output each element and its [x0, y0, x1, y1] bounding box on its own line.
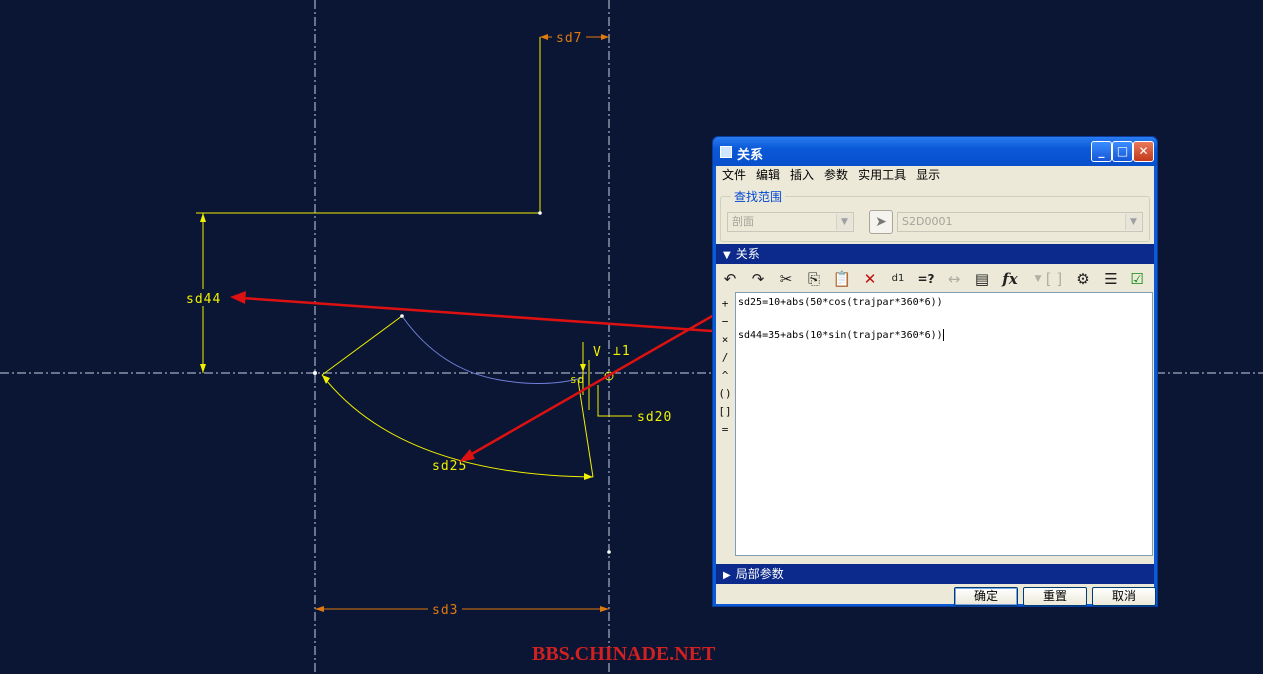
menu-insert[interactable]: 插入: [786, 166, 818, 185]
menu-utilities[interactable]: 实用工具: [854, 166, 910, 185]
operator-divide[interactable]: /: [716, 349, 734, 367]
dim-sd20[interactable]: sd20: [637, 410, 672, 425]
text-caret: [942, 329, 944, 341]
evaluate-icon[interactable]: d1: [887, 268, 909, 290]
dimension-icon[interactable]: ↔: [943, 268, 965, 290]
search-scope-legend: 查找范围: [731, 188, 786, 205]
sd20-leader: [597, 385, 632, 417]
sd44-arrow-bottom: [200, 364, 206, 373]
marker-v: V: [593, 345, 602, 360]
upper-l-segment[interactable]: [196, 37, 541, 214]
lower-point[interactable]: [607, 550, 611, 554]
chevron-down-icon: ▼: [1125, 214, 1141, 230]
operator-multiply[interactable]: ×: [716, 331, 734, 349]
units-icon[interactable]: ▤: [971, 268, 993, 290]
copy-icon[interactable]: ⎘: [803, 268, 825, 290]
menu-file[interactable]: 文件: [718, 166, 750, 185]
paste-icon[interactable]: 📋: [831, 268, 853, 290]
operator-parentheses[interactable]: (): [716, 385, 734, 403]
scope-type-select[interactable]: 剖面 ▼: [727, 212, 854, 232]
scope-object-value: S2D0001: [902, 215, 953, 228]
dialog-body: 文件 编辑 插入 参数 实用工具 显示 查找范围 剖面 ▼ ➤ S2D0001 ▼ ▼ 关系…: [716, 166, 1156, 606]
watermark: BBS.CHINADE.NET: [532, 643, 716, 665]
sd25-arrow-end: [584, 473, 593, 480]
menu-bar: 文件 编辑 插入 参数 实用工具 显示: [716, 166, 1154, 185]
scope-object-select[interactable]: S2D0001 ▼: [897, 212, 1143, 232]
relation-line-1[interactable]: sd25=10+abs(50*cos(trajpar*360*6)): [738, 297, 943, 308]
sd7-arrow-right: [601, 34, 609, 40]
dim-sd3[interactable]: sd3: [432, 603, 458, 618]
search-scope-group: 查找范围 剖面 ▼ ➤ S2D0001 ▼: [720, 188, 1150, 242]
sd7-arrow-left: [540, 34, 548, 40]
operator-column: + − × / ^ () [] =: [716, 295, 734, 439]
dialog-title: 关系: [737, 148, 764, 163]
minimize-button[interactable]: _: [1091, 141, 1112, 162]
dim-sd44[interactable]: sd44: [186, 292, 221, 307]
relations-section-header[interactable]: ▼ 关系: [716, 244, 1154, 264]
sort-icon[interactable]: ⚙: [1072, 268, 1094, 290]
origin-point[interactable]: [313, 371, 317, 375]
small-arrow: [580, 364, 586, 372]
operator-equals[interactable]: =: [716, 421, 734, 439]
relations-dialog: 关系 _ □ ✕ 文件 编辑 插入 参数 实用工具 显示 查找范围 剖面 ▼ ➤ S2D0…: [712, 136, 1158, 607]
dialog-titlebar[interactable]: 关系 _ □ ✕: [713, 137, 1157, 166]
menu-parameters[interactable]: 参数: [820, 166, 852, 185]
relation-line-2[interactable]: sd44=35+abs(10*sin(trajpar*360*6)): [738, 329, 944, 341]
sd44-arrow-top: [200, 213, 206, 222]
relations-section-label: 关系: [735, 247, 760, 261]
window-icon: [720, 146, 732, 158]
cursor-arrow-icon: ➤: [875, 214, 887, 230]
undo-icon[interactable]: ↶: [719, 268, 741, 290]
collapse-triangle-icon: ▼: [723, 250, 731, 261]
vertex-point[interactable]: [538, 211, 542, 215]
relation-line-2-text: sd44=35+abs(10*sin(trajpar*360*6)): [738, 330, 943, 341]
operator-plus[interactable]: +: [716, 295, 734, 313]
cancel-button[interactable]: 取消: [1092, 587, 1156, 606]
cut-icon[interactable]: ✂: [775, 268, 797, 290]
sector-edge-top[interactable]: [321, 315, 403, 376]
operator-power[interactable]: ^: [716, 367, 734, 385]
menu-display[interactable]: 显示: [912, 166, 944, 185]
local-params-section-header[interactable]: ▶ 局部参数: [716, 564, 1154, 584]
redo-icon[interactable]: ↷: [747, 268, 769, 290]
sd3-arrow-right: [600, 606, 609, 612]
chevron-down-icon: ▼: [836, 214, 852, 230]
bracket-icon[interactable]: [ ]: [1043, 268, 1065, 290]
function-icon[interactable]: fx: [999, 268, 1021, 290]
relations-editor[interactable]: sd25=10+abs(50*cos(trajpar*360*6)) sd44=…: [735, 292, 1153, 556]
menu-edit[interactable]: 编辑: [752, 166, 784, 185]
delete-icon[interactable]: ✕: [859, 268, 881, 290]
marker-perp: ⊥1: [613, 344, 631, 359]
check-icon[interactable]: ☑: [1126, 268, 1148, 290]
pick-object-button[interactable]: ➤: [869, 210, 893, 234]
sector-edge-right[interactable]: [577, 379, 594, 478]
annotation-arrowhead-sd25: [459, 449, 475, 462]
verify-icon[interactable]: =?: [915, 268, 937, 290]
operator-minus[interactable]: −: [716, 313, 734, 331]
maximize-button[interactable]: □: [1112, 141, 1133, 162]
close-button[interactable]: ✕: [1133, 141, 1154, 162]
ok-button[interactable]: 确定: [954, 587, 1018, 606]
expand-triangle-icon: ▶: [723, 570, 731, 581]
sd3-arrow-left: [315, 606, 324, 612]
local-params-label: 局部参数: [735, 567, 784, 581]
operator-brackets[interactable]: []: [716, 403, 734, 421]
insert-param-icon[interactable]: ☰: [1100, 268, 1122, 290]
dim-sd-small[interactable]: sd: [570, 373, 585, 386]
dim-sd7[interactable]: sd7: [556, 31, 582, 46]
reset-button[interactable]: 重置: [1023, 587, 1087, 606]
scope-type-value: 剖面: [732, 215, 754, 228]
annotation-arrowhead-sd44: [230, 291, 246, 304]
relations-toolbar: ↶ ↷ ✂ ⎘ 📋 ✕ d1 =? ↔ ▤ fx ▼ [ ] ⚙ ☰ ☑: [716, 265, 1154, 293]
spline-point[interactable]: [400, 314, 404, 318]
